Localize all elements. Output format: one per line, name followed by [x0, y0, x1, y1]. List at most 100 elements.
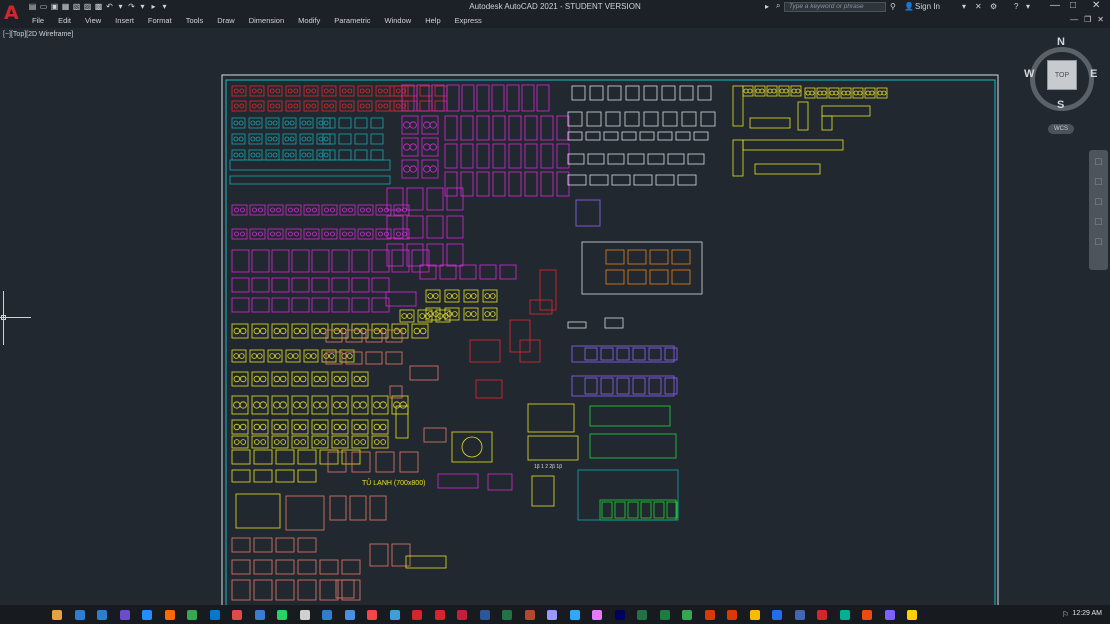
taskbar-app-icon[interactable] — [727, 610, 737, 620]
taskbar-app-icon[interactable] — [907, 610, 917, 620]
cad-block — [584, 377, 598, 395]
close-icon[interactable]: ✕ — [1092, 0, 1100, 11]
doc-close-icon[interactable]: ✕ — [1097, 15, 1104, 24]
cad-block — [280, 423, 287, 431]
cad-block — [662, 111, 678, 127]
viewcube[interactable]: TOP N S E W — [1024, 36, 1098, 111]
taskbar-app-icon[interactable] — [344, 610, 355, 620]
menu-file[interactable]: File — [32, 14, 44, 28]
menu-insert[interactable]: Insert — [115, 14, 134, 28]
menu-draw[interactable]: Draw — [217, 14, 235, 28]
cad-block — [233, 423, 240, 431]
exchange-icon[interactable]: ⚙ — [990, 2, 997, 11]
taskbar-app-icon[interactable] — [682, 610, 692, 620]
viewcube-top-face[interactable]: TOP — [1047, 60, 1077, 90]
taskbar-app-icon[interactable] — [232, 610, 242, 620]
taskbar-app-icon[interactable] — [547, 610, 557, 620]
steering-wheel-icon[interactable] — [1095, 158, 1102, 165]
taskbar-app-icon[interactable] — [614, 610, 625, 620]
taskbar-app-icon[interactable] — [254, 610, 265, 620]
taskbar-app-icon[interactable] — [119, 610, 130, 620]
taskbar-clock[interactable]: 12:29 AM — [1072, 610, 1102, 617]
taskbar-search-icon[interactable] — [30, 610, 40, 620]
taskbar-app-icon[interactable] — [412, 610, 422, 620]
taskbar-app-icon[interactable] — [299, 610, 310, 620]
taskbar-app-icon[interactable] — [74, 610, 85, 620]
taskbar-app-icon[interactable] — [749, 610, 760, 620]
taskbar-app-icon[interactable] — [862, 610, 872, 620]
help-icon[interactable]: ? — [1014, 2, 1018, 11]
user-icon[interactable]: 👤 — [904, 2, 914, 11]
minimize-icon[interactable]: — — [1050, 0, 1060, 11]
a360-icon[interactable]: ✕ — [975, 2, 982, 11]
taskbar-app-icon[interactable] — [97, 610, 107, 620]
viewport-controls[interactable]: [−][Top][2D Wireframe] — [3, 31, 73, 38]
cad-block — [359, 103, 365, 109]
taskbar-app-icon[interactable] — [794, 610, 805, 620]
taskbar-app-icon[interactable] — [367, 610, 377, 620]
menu-modify[interactable]: Modify — [298, 14, 320, 28]
cart-icon[interactable]: ▾ — [962, 2, 966, 11]
help-dropdown-icon[interactable]: ▾ — [1026, 2, 1030, 11]
menu-edit[interactable]: Edit — [58, 14, 71, 28]
taskbar-app-icon[interactable] — [277, 610, 287, 620]
taskbar-app-icon[interactable] — [52, 610, 62, 620]
help-search-input[interactable]: Type a keyword or phrase — [784, 2, 886, 12]
wcs-menu[interactable]: WCS — [1048, 124, 1074, 134]
taskbar-app-icon[interactable] — [389, 610, 400, 620]
system-tray-icon[interactable]: ⚐ — [1062, 610, 1069, 619]
taskbar-app-icon[interactable] — [434, 610, 445, 620]
compass-south[interactable]: S — [1057, 99, 1064, 111]
model-space-canvas[interactable]: TỦ LẠNH (700x800) 1β 1 2 2β 1β — [0, 0, 1110, 605]
menu-dimension[interactable]: Dimension — [249, 14, 284, 28]
taskbar-app-icon[interactable] — [659, 610, 670, 620]
cad-block — [233, 103, 239, 109]
taskbar-app-icon[interactable] — [817, 610, 827, 620]
zoom-extents-icon[interactable] — [1095, 198, 1102, 205]
menu-parametric[interactable]: Parametric — [334, 14, 370, 28]
taskbar-app-icon[interactable] — [142, 610, 152, 620]
taskbar-app-icon[interactable] — [164, 610, 175, 620]
menu-express[interactable]: Express — [455, 14, 482, 28]
taskbar-app-icon[interactable] — [704, 610, 715, 620]
taskbar-app-icon[interactable] — [457, 610, 467, 620]
orbit-icon[interactable] — [1095, 218, 1102, 225]
menu-format[interactable]: Format — [148, 14, 172, 28]
showmotion-icon[interactable] — [1095, 238, 1102, 245]
cad-block — [484, 293, 491, 299]
taskbar-app-icon[interactable] — [187, 610, 197, 620]
menu-tools[interactable]: Tools — [186, 14, 204, 28]
cad-block — [311, 88, 317, 94]
start-button[interactable] — [8, 610, 18, 620]
maximize-icon[interactable]: □ — [1070, 0, 1076, 11]
menu-view[interactable]: View — [85, 14, 101, 28]
doc-restore-icon[interactable]: ❐ — [1084, 15, 1091, 24]
compass-east[interactable]: E — [1090, 68, 1097, 80]
cad-block — [649, 249, 669, 265]
cad-block — [586, 111, 602, 127]
binoculars-icon[interactable]: ⚲ — [890, 2, 896, 11]
taskbar-app-icon[interactable] — [524, 610, 535, 620]
menu-help[interactable]: Help — [425, 14, 440, 28]
cad-block — [329, 103, 335, 109]
compass-north[interactable]: N — [1057, 36, 1065, 48]
taskbar-app-icon[interactable] — [637, 610, 647, 620]
taskbar-app-icon[interactable] — [479, 610, 490, 620]
taskbar-app-icon[interactable] — [884, 610, 895, 620]
taskbar-app-icon[interactable] — [209, 610, 220, 620]
taskbar-app-icon[interactable] — [839, 610, 850, 620]
sign-in-button[interactable]: Sign In — [915, 2, 940, 11]
taskbar-app-icon[interactable] — [772, 610, 782, 620]
taskbar-app-icon[interactable] — [569, 610, 580, 620]
compass-west[interactable]: W — [1024, 68, 1034, 80]
doc-minimize-icon[interactable]: — — [1070, 15, 1078, 24]
taskbar-app-icon[interactable] — [322, 610, 332, 620]
cad-block — [280, 439, 287, 445]
expand-arrow-icon[interactable]: ▸ — [765, 2, 769, 11]
taskbar-app-icon[interactable] — [502, 610, 512, 620]
taskbar-app-icon[interactable] — [592, 610, 602, 620]
menu-window[interactable]: Window — [385, 14, 412, 28]
cad-block — [754, 163, 821, 175]
autocad-logo-icon[interactable]: A — [4, 2, 20, 24]
pan-icon[interactable] — [1095, 178, 1102, 185]
